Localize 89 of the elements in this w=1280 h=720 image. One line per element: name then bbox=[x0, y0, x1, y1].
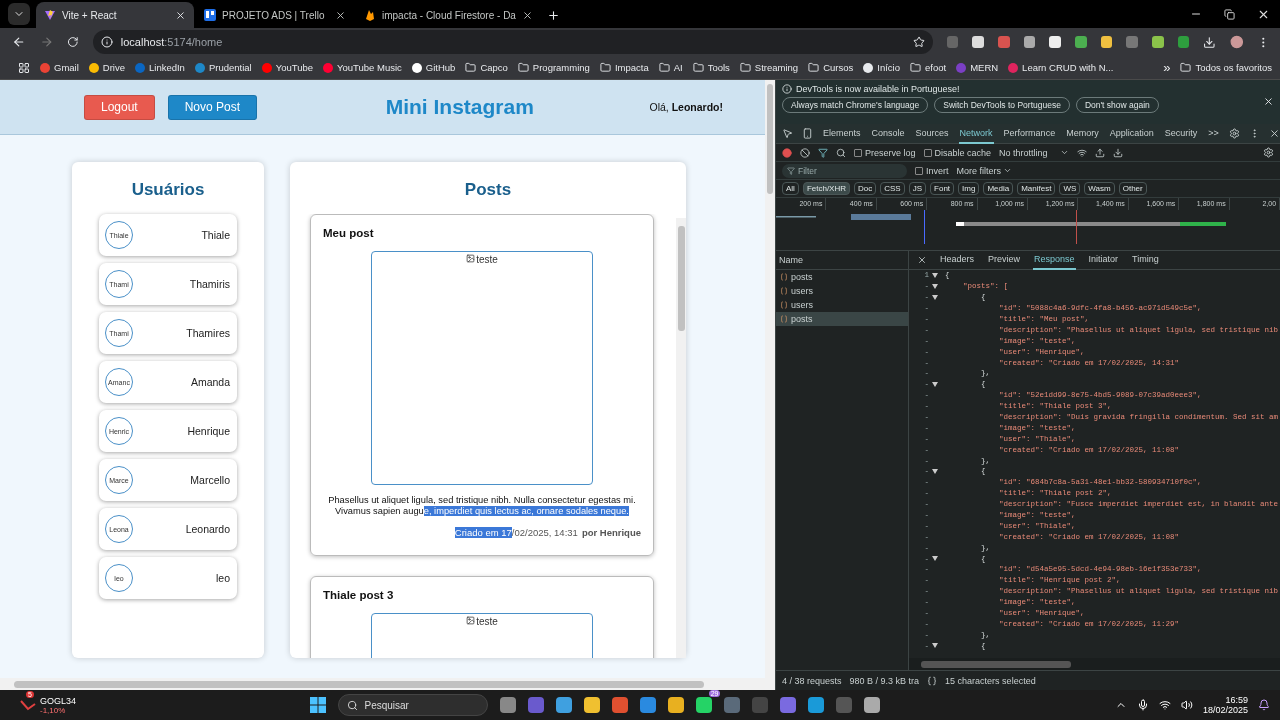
address-bar[interactable]: localhost:5174/home bbox=[92, 30, 933, 54]
user-name: Marcello bbox=[190, 474, 230, 486]
user-name: Thiale bbox=[201, 229, 230, 241]
type-filter[interactable]: All bbox=[782, 182, 799, 195]
type-filter[interactable]: Other bbox=[1118, 182, 1147, 195]
devtools-tab[interactable]: Performance bbox=[1002, 123, 1057, 144]
devtools-tab[interactable]: Application bbox=[1108, 123, 1155, 144]
detail-tab[interactable]: Timing bbox=[1131, 250, 1160, 270]
filter-field[interactable]: Filter bbox=[782, 163, 907, 178]
user-name: Leonardo bbox=[185, 523, 230, 535]
bookmark[interactable]: efoot bbox=[910, 62, 947, 73]
request-row[interactable]: users bbox=[776, 284, 908, 298]
greeting: Olá, Leonardo! bbox=[649, 101, 723, 113]
bookmark[interactable]: Programming bbox=[517, 62, 590, 73]
type-filter[interactable]: Doc bbox=[854, 182, 877, 195]
detail-tab[interactable]: Response bbox=[1033, 250, 1076, 270]
bookmark[interactable]: Cursos bbox=[808, 62, 854, 73]
preserve-log-checkbox[interactable]: Preserve log bbox=[854, 147, 916, 158]
user-name: Thamires bbox=[186, 327, 230, 339]
type-filter[interactable]: CSS bbox=[880, 182, 905, 195]
logout-button[interactable]: Logout bbox=[84, 94, 155, 120]
stock-symbol: GOGL34 bbox=[40, 695, 77, 706]
bookmark[interactable]: Learn CRUD with N... bbox=[1008, 62, 1114, 73]
type-filter[interactable]: WS bbox=[1059, 182, 1081, 195]
post-author: por Henrique bbox=[581, 527, 641, 539]
type-filter[interactable]: Media bbox=[983, 182, 1014, 195]
new-post-button[interactable]: Novo Post bbox=[167, 94, 258, 120]
user-name: Thamiris bbox=[189, 278, 230, 290]
bookmark[interactable]: Capco bbox=[465, 62, 508, 73]
stock-change: -1,10% bbox=[40, 705, 67, 715]
bookmark[interactable]: Início bbox=[863, 62, 900, 73]
more-tabs-button[interactable]: >> bbox=[1207, 123, 1220, 144]
column-header: Name bbox=[776, 251, 908, 270]
posts-title: Posts bbox=[464, 180, 512, 200]
broken-image: teste bbox=[466, 254, 498, 266]
request-row[interactable]: posts bbox=[776, 270, 908, 284]
bookmark[interactable]: GitHub bbox=[411, 62, 456, 73]
bookmark[interactable]: LinkedIn bbox=[135, 62, 185, 73]
devtools-tab[interactable]: Memory bbox=[1065, 123, 1100, 144]
detail-tab[interactable]: Headers bbox=[939, 250, 976, 270]
type-filter[interactable]: Img bbox=[958, 182, 980, 195]
type-filter[interactable]: Font bbox=[930, 182, 955, 195]
browser-tab[interactable]: PROJETO ADS | Trello bbox=[196, 2, 354, 28]
bookmark[interactable]: Todos os favoritos bbox=[1180, 62, 1272, 73]
devtools-tab[interactable]: Network bbox=[958, 123, 994, 144]
more-filters-select[interactable]: More filters bbox=[956, 165, 1013, 176]
type-filter[interactable]: Fetch/XHR bbox=[802, 182, 850, 195]
post-title: Thiale post 3 bbox=[323, 589, 395, 601]
type-filter[interactable]: Manifest bbox=[1017, 182, 1056, 195]
detail-tab[interactable]: Preview bbox=[987, 250, 1022, 270]
transfer-size: 980 B / 9.3 kB tra bbox=[849, 675, 920, 686]
type-filter[interactable]: JS bbox=[908, 182, 927, 195]
user-name: Henrique bbox=[187, 425, 230, 437]
browser-tab[interactable]: impacta - Cloud Firestore - Da bbox=[356, 2, 541, 28]
devtools-tab[interactable]: Security bbox=[1163, 123, 1199, 144]
bookmark[interactable]: Gmail bbox=[40, 62, 79, 73]
bookmark[interactable]: AI bbox=[658, 62, 683, 73]
broken-image: teste bbox=[466, 616, 498, 628]
user-name: Amanda bbox=[190, 376, 230, 388]
devtools-tab[interactable]: Console bbox=[870, 123, 906, 144]
bookmark[interactable]: Tools bbox=[692, 62, 730, 73]
post-description: Phasellus ut aliquet ligula, sed tristique nibh. Nulla consectetur egestas mi. Vivamus sapien augue, imperdiet quis lectus ac, ornare sodales neque. bbox=[327, 495, 637, 517]
user-name: leo bbox=[216, 572, 230, 584]
taskbar-search[interactable]: Pesquisar bbox=[338, 694, 489, 716]
bookmark[interactable]: MERN bbox=[956, 62, 999, 73]
detail-tab[interactable]: Initiator bbox=[1087, 250, 1120, 270]
invert-checkbox[interactable]: Invert bbox=[915, 165, 949, 176]
browser-tab[interactable]: Vite + React bbox=[36, 2, 194, 28]
type-filter[interactable]: Wasm bbox=[1084, 182, 1115, 195]
selection-info: 15 characters selected bbox=[945, 675, 1036, 686]
banner-message: DevTools is now available in Portuguese! bbox=[796, 84, 960, 94]
users-title: Usuários bbox=[131, 180, 205, 200]
bookmark[interactable]: Drive bbox=[88, 62, 125, 73]
bookmark[interactable]: Prudential bbox=[194, 62, 252, 73]
request-count: 4 / 38 requests bbox=[782, 675, 842, 686]
bookmark[interactable]: YouTube Music bbox=[323, 62, 402, 73]
request-row[interactable]: users bbox=[776, 298, 908, 312]
post-title: Meu post bbox=[323, 227, 375, 239]
devtools-tab[interactable]: Elements bbox=[822, 123, 862, 144]
clock[interactable]: 16:59 18/02/2025 bbox=[1202, 695, 1248, 715]
more-bookmarks-button[interactable]: » bbox=[1163, 60, 1171, 75]
app-title: Mini Instagram bbox=[384, 95, 535, 119]
bookmark[interactable]: Streaming bbox=[739, 62, 799, 73]
disable-cache-checkbox[interactable]: Disable cache bbox=[923, 147, 992, 158]
bookmark[interactable]: YouTube bbox=[261, 62, 314, 73]
bookmark[interactable]: Impacta bbox=[599, 62, 649, 73]
devtools-tab[interactable]: Sources bbox=[914, 123, 950, 144]
throttling-select[interactable]: No throttling bbox=[999, 147, 1069, 158]
request-row[interactable]: posts bbox=[776, 312, 908, 326]
